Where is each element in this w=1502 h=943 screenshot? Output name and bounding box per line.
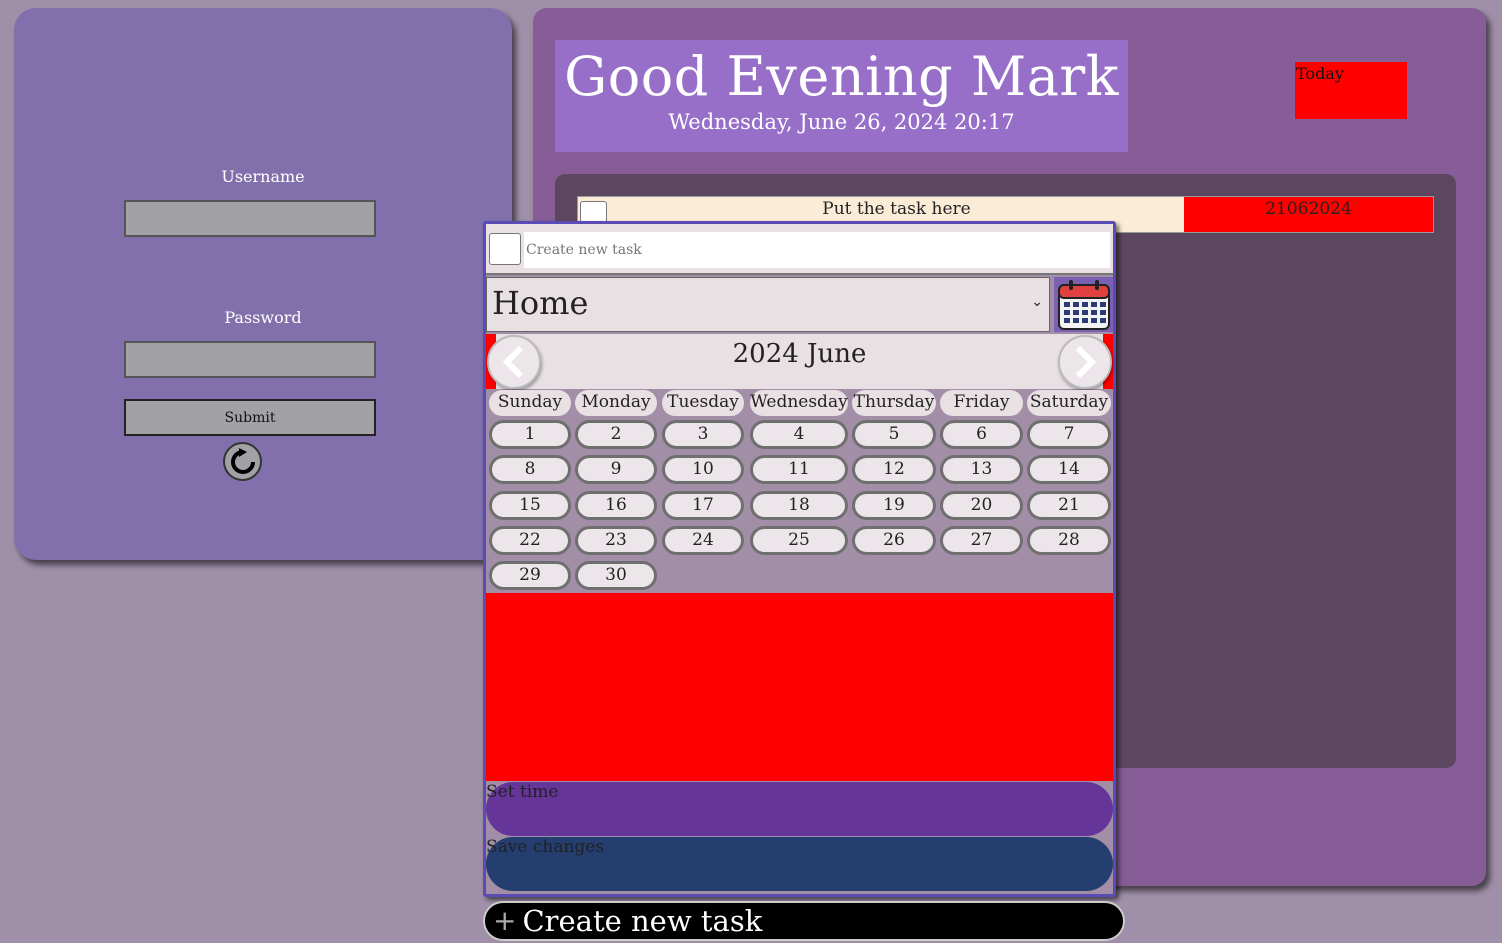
calendar-day[interactable]: 28 xyxy=(1027,526,1111,555)
submit-button[interactable]: Submit xyxy=(124,399,376,436)
calendar-day[interactable]: 17 xyxy=(662,491,744,520)
time-picker-area xyxy=(486,593,1113,781)
calendar-day[interactable]: 10 xyxy=(662,455,744,484)
current-datetime: Wednesday, June 26, 2024 20:17 xyxy=(668,110,1015,134)
create-new-task-label: Create new task xyxy=(522,904,763,938)
weekday-label: Monday xyxy=(575,390,657,416)
plus-icon: + xyxy=(493,904,517,937)
today-button[interactable]: Today xyxy=(1295,62,1407,119)
password-input[interactable] xyxy=(124,341,376,378)
calendar-day[interactable]: 13 xyxy=(940,455,1023,484)
chevron-left-icon xyxy=(502,345,524,379)
new-task-row xyxy=(486,224,1113,275)
calendar-day[interactable]: 11 xyxy=(750,455,848,484)
calendar-day[interactable]: 25 xyxy=(750,526,848,555)
calendar-icon xyxy=(1057,279,1110,330)
calendar-day[interactable]: 21 xyxy=(1027,491,1111,520)
calendar-day[interactable]: 5 xyxy=(852,420,936,449)
chevron-down-icon: ⌄ xyxy=(1031,294,1043,310)
weekday-label: Tuesday xyxy=(662,390,744,416)
calendar-day[interactable]: 20 xyxy=(940,491,1023,520)
calendar-day[interactable]: 19 xyxy=(852,491,936,520)
set-time-label: Set time xyxy=(486,782,559,802)
username-input[interactable] xyxy=(124,200,376,237)
new-task-checkbox[interactable] xyxy=(489,233,521,265)
calendar-day[interactable]: 7 xyxy=(1027,420,1111,449)
calendar-day[interactable]: 24 xyxy=(662,526,744,555)
greeting-box: Good Evening Mark Wednesday, June 26, 20… xyxy=(555,40,1128,152)
new-task-input[interactable] xyxy=(524,232,1110,268)
calendar-day[interactable]: 15 xyxy=(489,491,571,520)
weekday-label: Wednesday xyxy=(750,390,848,416)
calendar-day[interactable]: 2 xyxy=(575,420,657,449)
calendar-day[interactable]: 23 xyxy=(575,526,657,555)
refresh-button[interactable] xyxy=(223,442,262,481)
next-month-button[interactable] xyxy=(1058,335,1112,389)
calendar-day[interactable]: 4 xyxy=(750,420,848,449)
calendar-day[interactable]: 16 xyxy=(575,491,657,520)
task-date: 21062024 xyxy=(1184,197,1433,232)
calendar-day[interactable]: 29 xyxy=(489,561,571,590)
calendar-button[interactable] xyxy=(1054,277,1113,332)
refresh-icon xyxy=(230,447,255,474)
calendar-day[interactable]: 9 xyxy=(575,455,657,484)
calendar-day[interactable]: 27 xyxy=(940,526,1023,555)
weekday-header: Sunday Monday Tuesday Wednesday Thursday Frid… xyxy=(486,390,1113,418)
chevron-right-icon xyxy=(1075,345,1097,379)
calendar-header: 2024 June xyxy=(486,334,1113,389)
calendar-day[interactable]: 12 xyxy=(852,455,936,484)
calendar-day[interactable]: 3 xyxy=(662,420,744,449)
login-panel: Username Password Submit xyxy=(14,8,512,560)
calendar-day[interactable]: 6 xyxy=(940,420,1023,449)
weekday-label: Saturday xyxy=(1027,390,1111,416)
calendar-day[interactable]: 22 xyxy=(489,526,571,555)
save-changes-label: Save changes xyxy=(486,837,605,857)
prev-month-button[interactable] xyxy=(487,335,541,389)
set-time-button[interactable] xyxy=(486,782,1113,836)
calendar-day[interactable]: 26 xyxy=(852,526,936,555)
calendar-day[interactable]: 14 xyxy=(1027,455,1111,484)
greeting-title: Good Evening Mark xyxy=(564,45,1119,108)
weekday-label: Friday xyxy=(940,390,1023,416)
username-label: Username xyxy=(221,167,305,186)
task-editor-popup: Home ⌄ 2024 June SundayMond xyxy=(483,221,1116,897)
category-select[interactable]: Home ⌄ xyxy=(486,277,1050,332)
category-selected-value: Home xyxy=(492,284,589,322)
weekday-label: Thursday xyxy=(852,390,936,416)
calendar-day[interactable]: 30 xyxy=(575,561,657,590)
calendar-day[interactable]: 1 xyxy=(489,420,571,449)
calendar-day[interactable]: 18 xyxy=(750,491,848,520)
calendar-title: 2024 June xyxy=(496,334,1103,389)
weekday-label: Sunday xyxy=(489,390,571,416)
create-new-task-button[interactable]: + Create new task xyxy=(483,901,1125,941)
calendar-day[interactable]: 8 xyxy=(489,455,571,484)
password-label: Password xyxy=(224,308,302,327)
